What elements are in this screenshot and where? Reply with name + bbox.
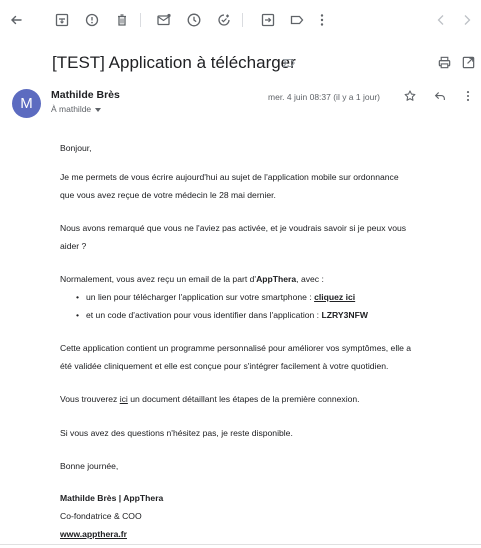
text: un document détaillant les étapes de la …: [127, 394, 360, 404]
signature-name: Mathilde Brès | AppThera: [60, 493, 164, 503]
divider: [0, 544, 481, 545]
add-to-tasks-icon[interactable]: [216, 12, 232, 28]
text: un lien pour télécharger l'application s…: [86, 292, 315, 302]
paragraph-line: Cette application contient un programme …: [60, 343, 412, 353]
move-to-icon[interactable]: [260, 12, 276, 28]
recipient-label: À mathilde: [51, 104, 92, 114]
activation-code: LZRY3NFW: [321, 310, 368, 320]
archive-icon[interactable]: [54, 12, 70, 28]
back-arrow-icon[interactable]: [8, 12, 24, 28]
delete-icon[interactable]: [114, 12, 130, 28]
download-link[interactable]: cliquez ici: [314, 292, 355, 302]
paragraph-line: Je me permets de vous écrire aujourd'hui…: [60, 172, 399, 182]
signature-title: Co-fondatrice & COO: [60, 511, 142, 521]
list-item: un lien pour télécharger l'application s…: [76, 288, 355, 307]
brand-name: AppThera: [256, 274, 297, 284]
signature-website-link[interactable]: www.appthera.fr: [60, 525, 465, 544]
text: Normalement, vous avez reçu un email de …: [60, 274, 257, 284]
more-vert-icon[interactable]: [461, 89, 475, 103]
email-subject: [TEST] Application à télécharger: [52, 53, 296, 72]
paragraph-line: été validée cliniquement et elle est con…: [60, 361, 389, 371]
avatar[interactable]: M: [12, 89, 41, 118]
print-icon[interactable]: [437, 55, 452, 70]
paragraph-line: Nous avons remarqué que vous ne l'aviez …: [60, 223, 407, 233]
text: , avec :: [296, 274, 324, 284]
text: et un code d'activation pour vous identi…: [86, 310, 322, 320]
older-icon[interactable]: [459, 12, 475, 28]
closing: Bonne journée,: [60, 461, 119, 471]
snooze-icon[interactable]: [186, 12, 202, 28]
recipient-details[interactable]: À mathilde: [51, 104, 102, 114]
text: Vous trouverez: [60, 394, 120, 404]
paragraph-line: Si vous avez des questions n'hésitez pas…: [60, 428, 293, 438]
mark-unread-icon[interactable]: [156, 12, 172, 28]
open-in-new-window-icon[interactable]: [461, 55, 476, 70]
labels-icon[interactable]: [289, 12, 305, 28]
chevron-down-icon[interactable]: [95, 107, 102, 112]
star-icon[interactable]: [403, 89, 417, 103]
newer-icon[interactable]: [433, 12, 449, 28]
reply-icon[interactable]: [433, 89, 447, 103]
toolbar-divider: [242, 13, 243, 27]
paragraph-line: Vous trouverez ici un document détaillan…: [60, 390, 465, 409]
paragraph-line: Normalement, vous avez reçu un email de …: [60, 270, 465, 289]
report-spam-icon[interactable]: [84, 12, 100, 28]
list-item: et un code d'activation pour vous identi…: [76, 306, 368, 325]
document-link[interactable]: ici: [120, 394, 128, 404]
sender-name[interactable]: Mathilde Brès: [51, 89, 120, 101]
toolbar: [0, 0, 481, 40]
toolbar-divider: [140, 13, 141, 27]
paragraph-line: aider ?: [60, 241, 87, 251]
more-vert-icon[interactable]: [314, 12, 330, 28]
label-important-icon[interactable]: [282, 56, 296, 70]
email-date: mer. 4 juin 08:37 (il y a 1 jour): [268, 92, 380, 102]
greeting: Bonjour,: [60, 143, 92, 153]
paragraph-line: que vous avez reçue de votre médecin le …: [60, 190, 276, 200]
